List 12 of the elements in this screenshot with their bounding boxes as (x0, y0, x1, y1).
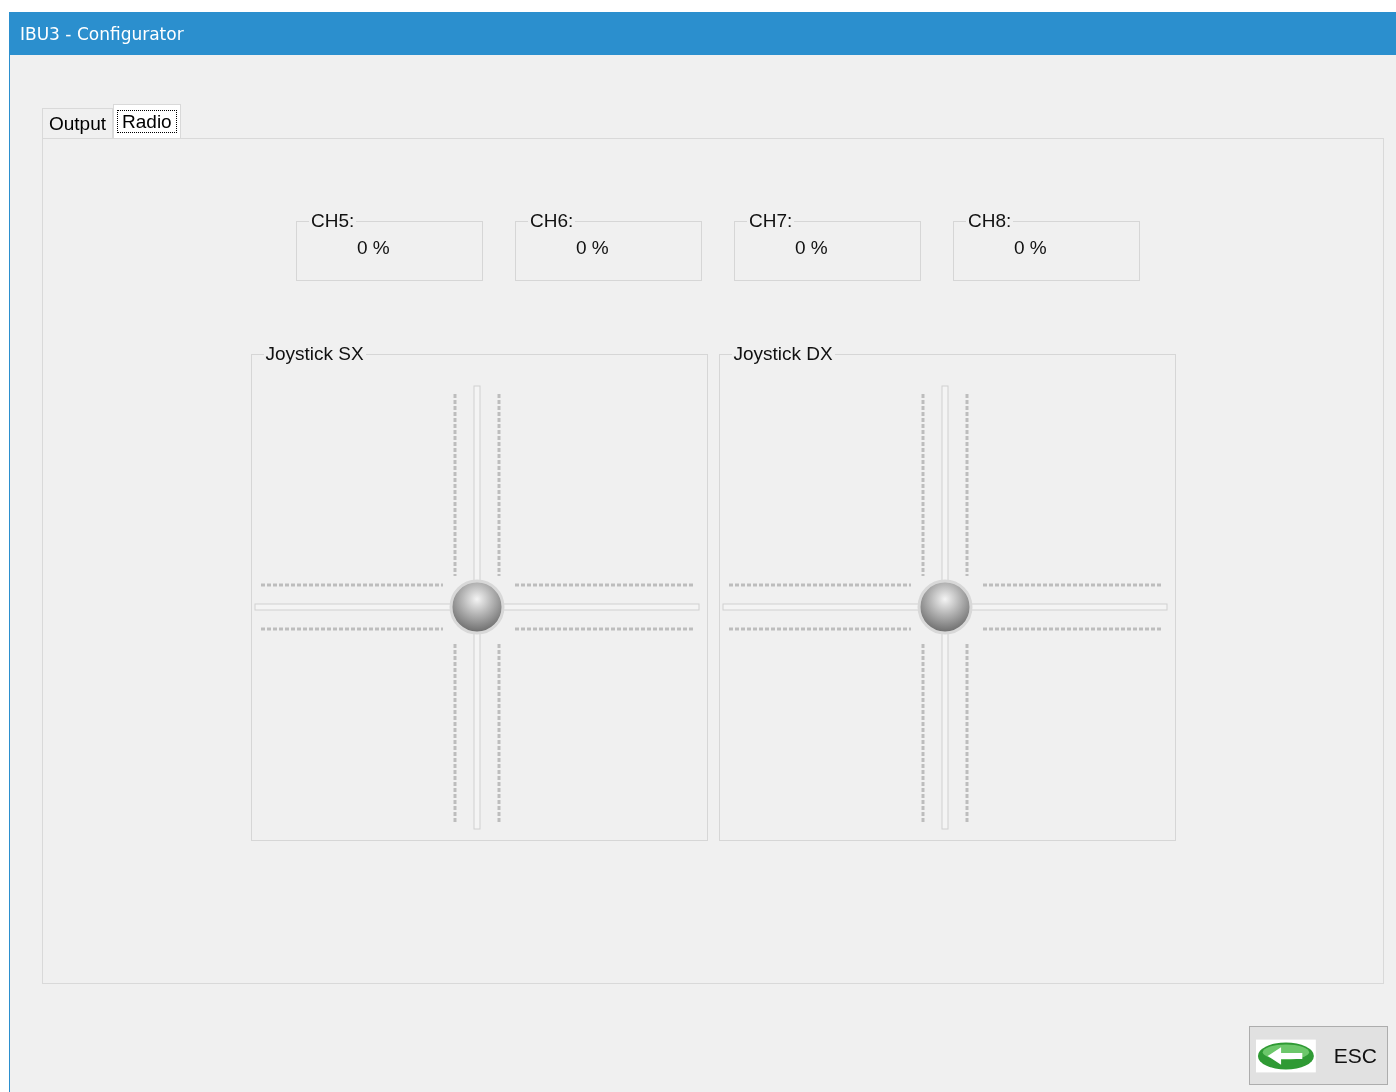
channel-value: 0 % (1014, 237, 1047, 259)
tab[interactable]: Radio (113, 104, 181, 138)
tab[interactable]: Output (42, 108, 114, 138)
channel-value: 0 % (576, 237, 609, 259)
window-title: IBU3 - Configurator (20, 23, 184, 44)
esc-button[interactable]: ESC (1249, 1026, 1388, 1085)
joystick-knob[interactable] (917, 579, 972, 635)
joystick-label: Joystick DX (731, 344, 835, 364)
channel-value: 0 % (357, 237, 390, 259)
joystick-knob[interactable] (449, 579, 504, 635)
joystick-label: Joystick SX (263, 344, 366, 364)
channel-value: 0 % (795, 237, 828, 259)
